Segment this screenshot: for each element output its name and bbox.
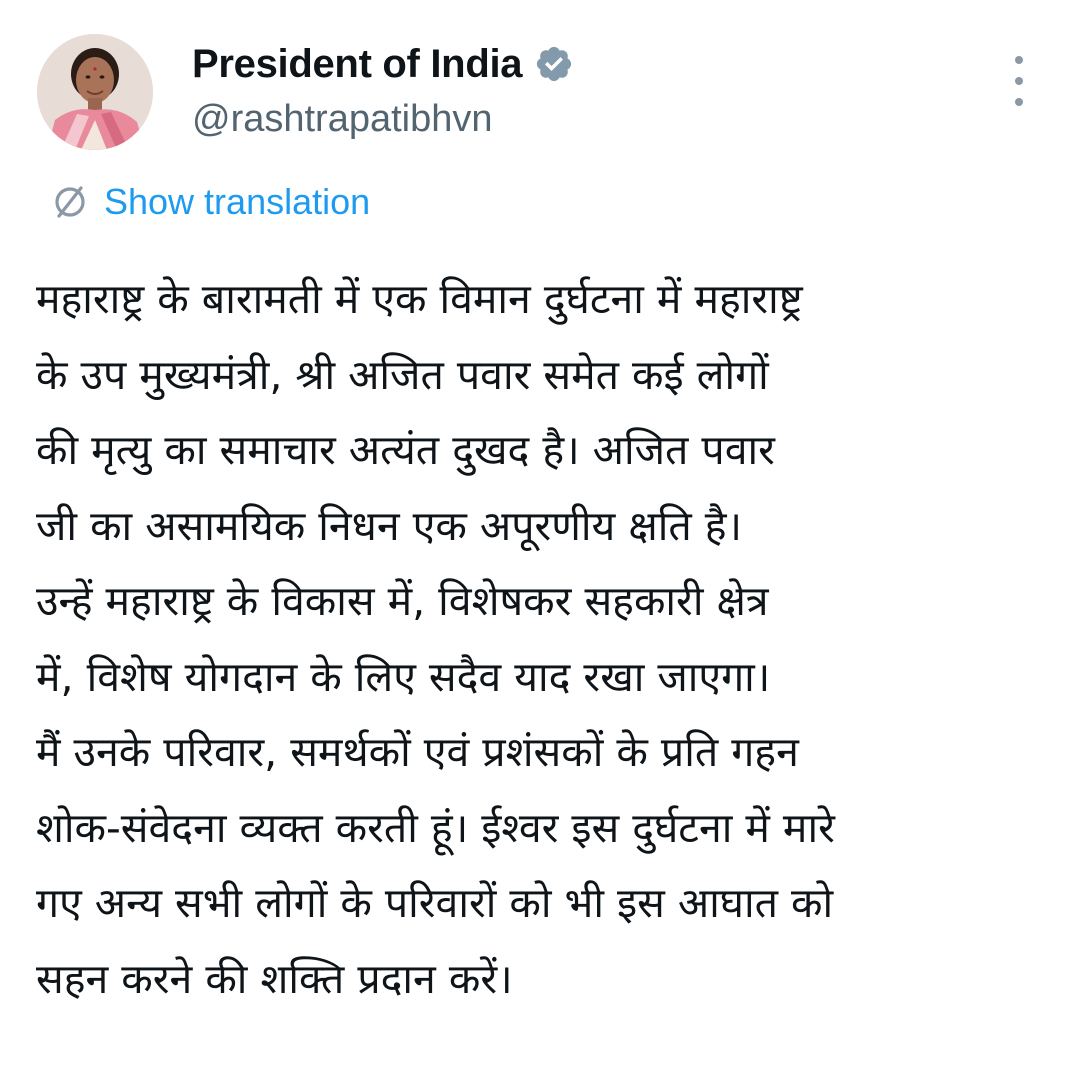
tweet-text-line: महाराष्ट्र के बारामती में एक विमान दुर्घ… <box>36 275 803 323</box>
profile-photo <box>37 34 153 150</box>
display-name[interactable]: President of India <box>192 42 523 87</box>
avatar[interactable] <box>37 34 153 150</box>
tweet-card: President of India @rashtrapatibhvn Show… <box>0 0 1079 1091</box>
tweet-text-line: जी का असामयिक निधन एक अपूरणीय क्षति है। <box>36 501 743 550</box>
tweet-text-line: शोक-संवेदना व्यक्त करती हूं। ईश्वर इस दु… <box>36 803 835 852</box>
tweet-text-line: सहन करने की शक्ति प्रदान करें। <box>36 954 513 1003</box>
tweet-text: महाराष्ट्र के बारामती में एक विमान दुर्घ… <box>36 262 1056 1017</box>
more-options-button[interactable] <box>1004 56 1034 106</box>
tweet-text-line: की मृत्यु का समाचार अत्यंत दुखद है। अजित… <box>36 426 775 474</box>
author-block: President of India @rashtrapatibhvn <box>192 38 574 141</box>
show-translation-label[interactable]: Show translation <box>104 181 370 223</box>
tweet-text-line: मैं उनके परिवार, समर्थकों एवं प्रशंसकों … <box>36 728 799 776</box>
globe-translate-icon <box>48 180 92 224</box>
show-translation-button[interactable]: Show translation <box>48 180 370 224</box>
verified-badge-icon[interactable] <box>534 44 574 84</box>
tweet-text-line: गए अन्य सभी लोगों के परिवारों को भी इस आ… <box>36 879 834 927</box>
tweet-text-line: उन्हें महाराष्ट्र के विकास में, विशेषकर … <box>36 577 769 625</box>
tweet-text-line: के उप मुख्यमंत्री, श्री अजित पवार समेत क… <box>36 350 769 399</box>
user-handle[interactable]: @rashtrapatibhvn <box>192 98 574 141</box>
tweet-text-line: में, विशेष योगदान के लिए सदैव याद रखा जा… <box>36 652 771 701</box>
more-dot <box>1015 98 1023 106</box>
name-row: President of India <box>192 38 574 90</box>
more-dot <box>1015 77 1023 85</box>
more-vertical-icon <box>1015 56 1023 64</box>
